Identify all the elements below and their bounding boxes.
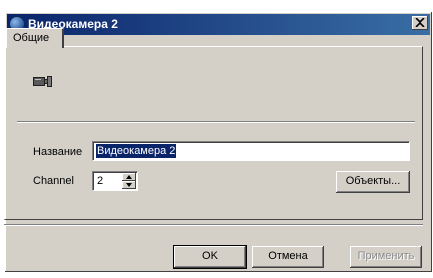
channel-increment-button[interactable]	[122, 173, 136, 181]
close-button[interactable]	[412, 16, 428, 30]
tab-general-label: Общие	[13, 32, 50, 44]
arrow-down-icon	[126, 183, 132, 187]
footer-divider	[4, 224, 423, 226]
ok-button[interactable]: OK	[174, 246, 246, 268]
channel-spinbox[interactable]: 2	[92, 171, 138, 191]
close-icon	[415, 18, 425, 27]
cancel-button[interactable]: Отмена	[252, 246, 324, 268]
title-bar[interactable]: Видеокамера 2	[7, 14, 430, 35]
section-divider	[17, 121, 415, 123]
channel-label: Channel	[33, 175, 74, 187]
tab-general[interactable]: Общие	[6, 28, 64, 48]
objects-button[interactable]: Объекты...	[336, 171, 410, 193]
channel-decrement-button[interactable]	[122, 181, 136, 189]
arrow-up-icon	[126, 175, 132, 179]
tab-panel-general	[4, 46, 423, 220]
channel-value: 2	[97, 175, 104, 187]
apply-button[interactable]: Применить	[350, 246, 422, 268]
name-label: Название	[33, 146, 83, 158]
name-field-value: Видеокамера 2	[96, 144, 177, 158]
channel-spinner	[122, 173, 136, 189]
video-camera-icon	[33, 76, 52, 87]
name-field[interactable]: Видеокамера 2	[92, 141, 410, 161]
